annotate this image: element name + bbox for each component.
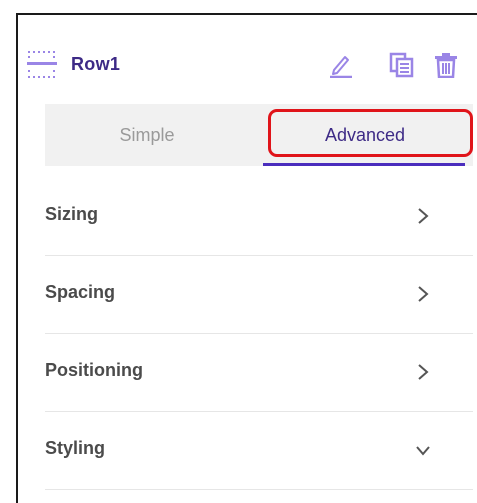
section-label: Positioning bbox=[45, 360, 143, 380]
section-label: Sizing bbox=[45, 204, 98, 224]
chevron-down-icon bbox=[415, 440, 431, 460]
panel-header: Row1 bbox=[27, 40, 473, 88]
tab-bar: Simple Advanced bbox=[45, 104, 473, 166]
chevron-right-icon bbox=[415, 284, 431, 304]
row-layout-icon bbox=[27, 50, 57, 80]
tab-advanced[interactable]: Advanced bbox=[267, 104, 463, 166]
chevron-right-icon bbox=[415, 362, 431, 382]
section-positioning[interactable]: Positioning bbox=[45, 334, 473, 412]
section-sizing[interactable]: Sizing bbox=[45, 178, 473, 256]
chevron-right-icon bbox=[415, 206, 431, 226]
section-spacing[interactable]: Spacing bbox=[45, 256, 473, 334]
tab-simple[interactable]: Simple bbox=[45, 104, 249, 166]
section-styling[interactable]: Styling bbox=[45, 412, 473, 490]
copy-icon[interactable] bbox=[389, 52, 415, 78]
active-tab-indicator bbox=[263, 163, 465, 166]
section-label: Styling bbox=[45, 438, 106, 458]
panel-title: Row1 bbox=[71, 54, 121, 74]
pencil-icon[interactable] bbox=[328, 52, 354, 78]
trash-icon[interactable] bbox=[433, 52, 459, 78]
section-label: Spacing bbox=[45, 282, 116, 302]
